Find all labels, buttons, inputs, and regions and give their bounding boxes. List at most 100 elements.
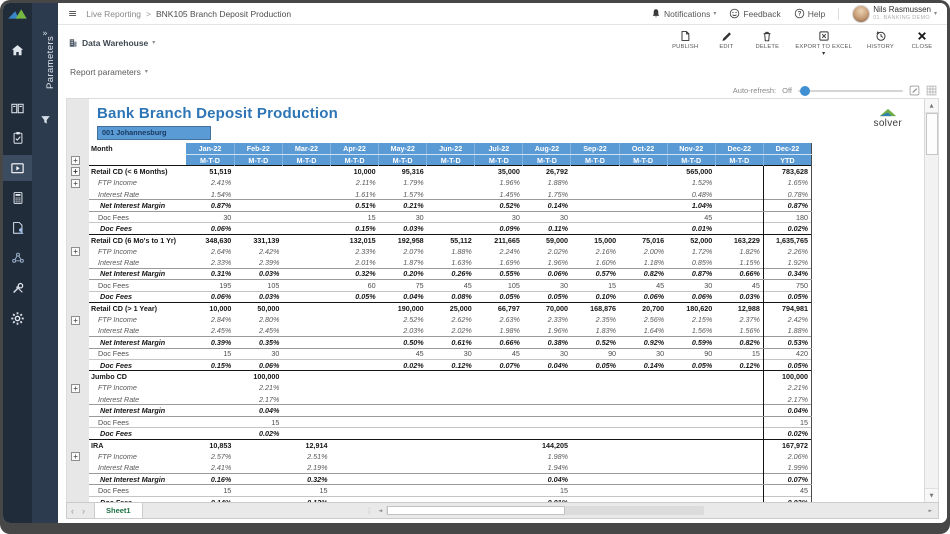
report-cell[interactable] bbox=[282, 268, 330, 279]
report-cell[interactable] bbox=[379, 473, 427, 484]
report-cell[interactable] bbox=[475, 473, 523, 484]
report-cell[interactable] bbox=[186, 382, 234, 393]
report-cell[interactable]: 0.14% bbox=[523, 200, 571, 211]
feedback-button[interactable]: Feedback bbox=[729, 8, 780, 19]
report-cell[interactable] bbox=[667, 416, 715, 427]
report-cell[interactable] bbox=[282, 394, 330, 405]
report-cell[interactable]: 2.37% bbox=[715, 314, 763, 325]
report-cell[interactable]: 2.84% bbox=[186, 314, 234, 325]
column-subheader[interactable]: M-T-D bbox=[234, 154, 282, 165]
column-subheader[interactable]: M-T-D bbox=[571, 154, 619, 165]
vertical-scrollbar[interactable]: ▲ ▼ bbox=[924, 99, 938, 502]
report-cell[interactable]: 45 bbox=[619, 280, 667, 291]
report-cell[interactable] bbox=[571, 200, 619, 211]
report-cell[interactable]: 2.01% bbox=[331, 257, 379, 268]
report-cell[interactable]: 30 bbox=[523, 348, 571, 359]
report-cell[interactable] bbox=[331, 485, 379, 496]
report-cell[interactable]: 0.02% bbox=[763, 428, 811, 439]
report-cell[interactable]: 1.96% bbox=[523, 325, 571, 336]
report-cell[interactable] bbox=[282, 223, 330, 234]
report-cell[interactable] bbox=[331, 302, 379, 313]
report-cell[interactable]: 15 bbox=[282, 485, 330, 496]
report-cell[interactable] bbox=[282, 177, 330, 188]
report-cell[interactable] bbox=[619, 382, 667, 393]
sidebar-item-home[interactable] bbox=[3, 37, 32, 63]
report-cell[interactable] bbox=[619, 485, 667, 496]
report-cell[interactable] bbox=[234, 166, 282, 177]
report-cell[interactable] bbox=[331, 348, 379, 359]
grid-view-icon[interactable] bbox=[926, 85, 937, 96]
sidebar-item-user-documents[interactable] bbox=[3, 215, 32, 241]
report-cell[interactable] bbox=[571, 473, 619, 484]
report-cell[interactable]: 1.88% bbox=[427, 246, 475, 257]
report-cell[interactable] bbox=[619, 394, 667, 405]
report-cell[interactable]: 0.04% bbox=[379, 291, 427, 302]
report-cell[interactable]: 30 bbox=[523, 211, 571, 222]
report-cell[interactable]: 100,000 bbox=[234, 371, 282, 382]
report-cell[interactable] bbox=[427, 223, 475, 234]
report-cell[interactable] bbox=[427, 405, 475, 416]
report-cell[interactable]: 2.15% bbox=[667, 314, 715, 325]
report-cell[interactable] bbox=[475, 405, 523, 416]
report-cell[interactable]: 0.03% bbox=[715, 291, 763, 302]
report-cell[interactable] bbox=[427, 166, 475, 177]
report-cell[interactable] bbox=[715, 223, 763, 234]
report-cell[interactable]: 0.50% bbox=[379, 337, 427, 348]
report-cell[interactable]: 1.15% bbox=[715, 257, 763, 268]
report-cell[interactable] bbox=[475, 428, 523, 439]
report-cell[interactable]: 0.06% bbox=[186, 291, 234, 302]
report-cell[interactable] bbox=[571, 211, 619, 222]
report-cell[interactable]: 2.64% bbox=[186, 246, 234, 257]
report-cell[interactable]: 15 bbox=[234, 416, 282, 427]
report-cell[interactable]: 0.11% bbox=[523, 223, 571, 234]
report-cell[interactable]: 1.60% bbox=[571, 257, 619, 268]
report-cell[interactable]: 0.85% bbox=[667, 257, 715, 268]
report-cell[interactable]: 30 bbox=[379, 211, 427, 222]
report-cell[interactable] bbox=[715, 166, 763, 177]
column-header[interactable]: Feb-22 bbox=[234, 143, 282, 154]
report-cell[interactable]: 95,316 bbox=[379, 166, 427, 177]
report-cell[interactable] bbox=[571, 166, 619, 177]
parameters-panel-collapsed[interactable]: » Parameters bbox=[32, 3, 58, 523]
report-cell[interactable]: 1.45% bbox=[475, 189, 523, 200]
report-cell[interactable]: 1.18% bbox=[619, 257, 667, 268]
report-cell[interactable] bbox=[282, 166, 330, 177]
report-cell[interactable] bbox=[571, 451, 619, 462]
report-cell[interactable]: 15 bbox=[186, 485, 234, 496]
report-cell[interactable] bbox=[331, 382, 379, 393]
report-cell[interactable]: 30 bbox=[234, 348, 282, 359]
report-cell[interactable] bbox=[282, 348, 330, 359]
report-cell[interactable]: 750 bbox=[763, 280, 811, 291]
report-cell[interactable] bbox=[282, 314, 330, 325]
report-cell[interactable]: 1.57% bbox=[379, 189, 427, 200]
auto-refresh-slider[interactable] bbox=[798, 90, 903, 92]
report-cell[interactable]: 12,914 bbox=[282, 439, 330, 450]
report-cell[interactable] bbox=[282, 325, 330, 336]
report-cell[interactable]: 0.01% bbox=[667, 223, 715, 234]
report-cell[interactable]: 52,000 bbox=[667, 234, 715, 245]
column-header[interactable]: May-22 bbox=[379, 143, 427, 154]
report-cell[interactable] bbox=[331, 314, 379, 325]
report-cell[interactable]: 1.88% bbox=[523, 177, 571, 188]
sidebar-item-settings[interactable] bbox=[3, 305, 32, 331]
column-header[interactable]: Jan-22 bbox=[186, 143, 234, 154]
report-cell[interactable]: 0.12% bbox=[427, 359, 475, 370]
report-cell[interactable]: 2.35% bbox=[571, 314, 619, 325]
report-cell[interactable]: 90 bbox=[571, 348, 619, 359]
report-cell[interactable]: 0.57% bbox=[571, 268, 619, 279]
report-cell[interactable] bbox=[282, 211, 330, 222]
report-cell[interactable]: 195 bbox=[186, 280, 234, 291]
report-cell[interactable]: 0.78% bbox=[763, 189, 811, 200]
report-cell[interactable]: 0.48% bbox=[667, 189, 715, 200]
report-cell[interactable]: 0.82% bbox=[715, 337, 763, 348]
column-header[interactable]: Jun-22 bbox=[427, 143, 475, 154]
report-cell[interactable]: 1.83% bbox=[571, 325, 619, 336]
report-cell[interactable] bbox=[571, 416, 619, 427]
report-cell[interactable]: 10,000 bbox=[331, 166, 379, 177]
report-cell[interactable]: 0.87% bbox=[667, 268, 715, 279]
column-subheader[interactable]: M-T-D bbox=[475, 154, 523, 165]
report-cell[interactable] bbox=[427, 416, 475, 427]
report-cell[interactable]: 2.51% bbox=[282, 451, 330, 462]
report-cell[interactable]: 1.87% bbox=[379, 257, 427, 268]
report-cell[interactable] bbox=[282, 200, 330, 211]
